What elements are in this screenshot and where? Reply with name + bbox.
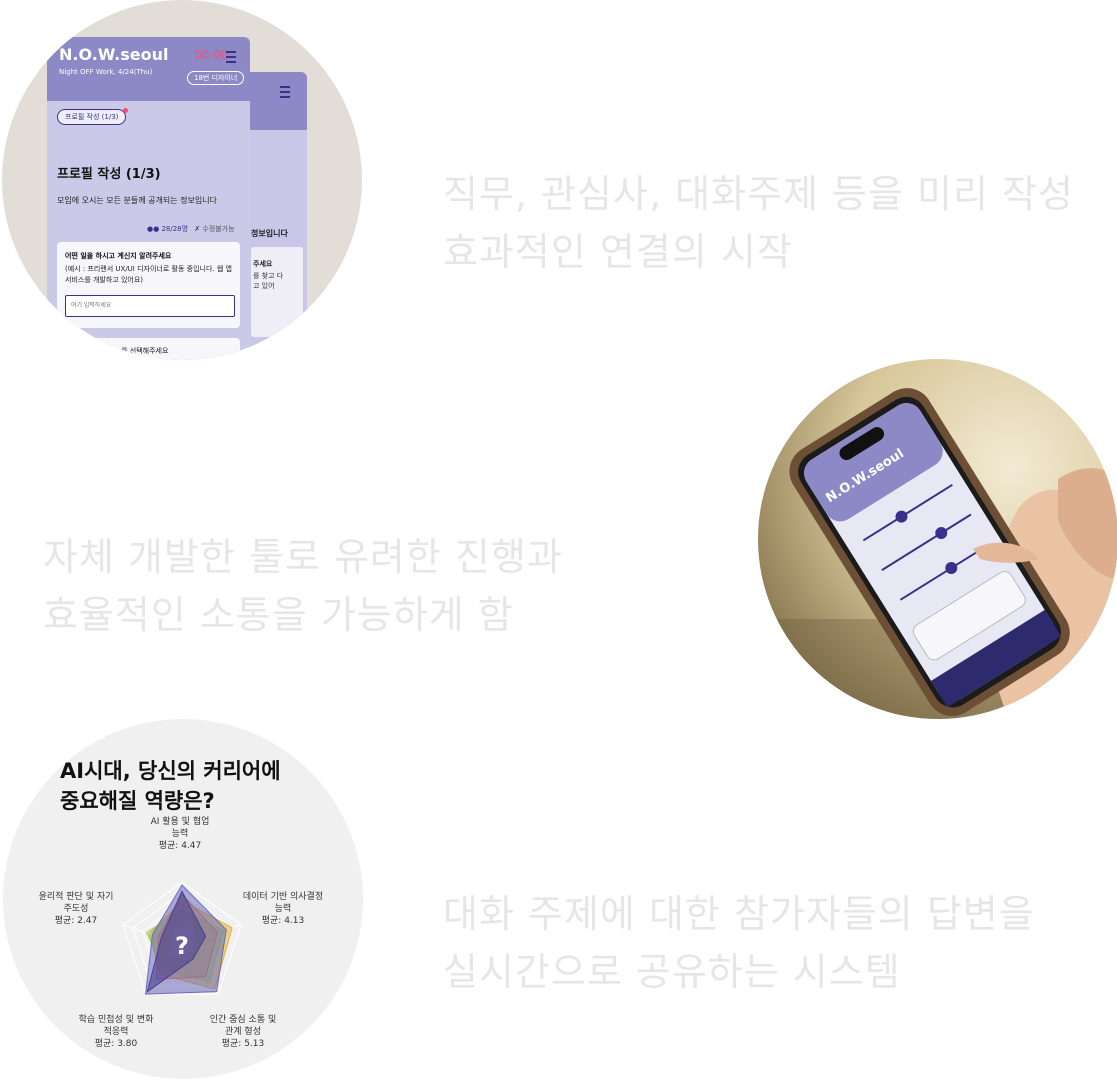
tagline-line: 자체 개발한 툴로 유려한 진행과 [43,535,563,579]
question-mark-icon: ? [175,932,189,960]
tagline-line: 효과적인 연결의 시작 [443,230,793,274]
app-subtitle: Night OFF Work, 4/24(Thu) [59,68,153,76]
question-example: (예시 : 프리랜서 UX/UI 디자이너로 활동 중입니다. 웹 앱 서비스를… [65,265,232,284]
back-question: 주세요 [253,260,273,268]
radar-chart-card: AI시대, 당신의 커리어에 중요해질 역량은? AI 활용 및 협업 능력 평… [3,719,363,1079]
step-pill: 프로필 작성 (1/3) [57,108,129,125]
answer-input[interactable] [65,295,235,317]
question-label: 어떤 일을 하시고 계신지 알려주세요 [65,252,172,260]
tagline-realtime: 대화 주제에 대한 참가자들의 답변을 실시간으로 공유하는 시스템 [443,885,1035,1001]
page-desc: 모임에 오시는 모든 분들께 공개되는 정보입니다 [57,196,217,205]
front-phone-screen: N.O.W.seoul Night OFF Work, 4/24(Thu) 00… [47,37,250,360]
radar-plot: ? [122,881,242,995]
back-desc: 정보입니다 [251,229,288,238]
tagline-line: 실시간으로 공유하는 시스템 [443,950,901,994]
menu-icon [280,86,290,98]
next-question-card: ~ 를 선택해주세요 [57,338,240,360]
step-pill-label: 프로필 작성 (1/3) [65,113,119,121]
participant-count: 28/28명 [161,225,189,233]
meta-row: ●● 28/28명 ✗ 수정불가능 [147,224,235,234]
question-card: 어떤 일을 하시고 계신지 알려주세요 (예시 : 프리랜서 UX/UI 디자이… [57,242,240,328]
tagline-line: 대화 주제에 대한 참가자들의 답변을 [443,892,1035,936]
tagline-line: 직무, 관심사, 대화주제 등을 미리 작성 [443,172,1074,216]
tagline-tool: 자체 개발한 툴로 유려한 진행과 효율적인 소통을 가능하게 함 [43,528,563,644]
edit-off-icon: ✗ [194,225,201,233]
menu-icon[interactable] [226,51,236,63]
phone-photo-illustration: N.O.W.seoul [758,388,1117,719]
back-card: 주세요 를 찾고 다 고 있어 [251,247,303,337]
notification-dot-icon [123,108,129,113]
next-question-label: ~ 를 선택해주세요 [113,347,169,355]
app-mockup-image: 00:00 18번 디자이너 정보입니다 주세요 를 찾고 다 고 있어 N.O… [2,0,362,360]
hand-phone-photo: N.O.W.seoul [758,359,1117,719]
editable-status: 수정불가능 [202,225,235,233]
tagline-line: 효율적인 소통을 가능하게 함 [43,593,514,637]
page-title: 프로필 작성 (1/3) [57,167,161,182]
tagline-profile: 직무, 관심사, 대화주제 등을 미리 작성 효과적인 연결의 시작 [443,165,1074,281]
back-example: 를 찾고 다 고 있어 [253,272,284,290]
timer: 00:00 [194,48,229,62]
app-logo: N.O.W.seoul [59,45,169,64]
role-badge: 18번 디자이너 [187,71,245,85]
people-icon: ●● [147,225,160,233]
